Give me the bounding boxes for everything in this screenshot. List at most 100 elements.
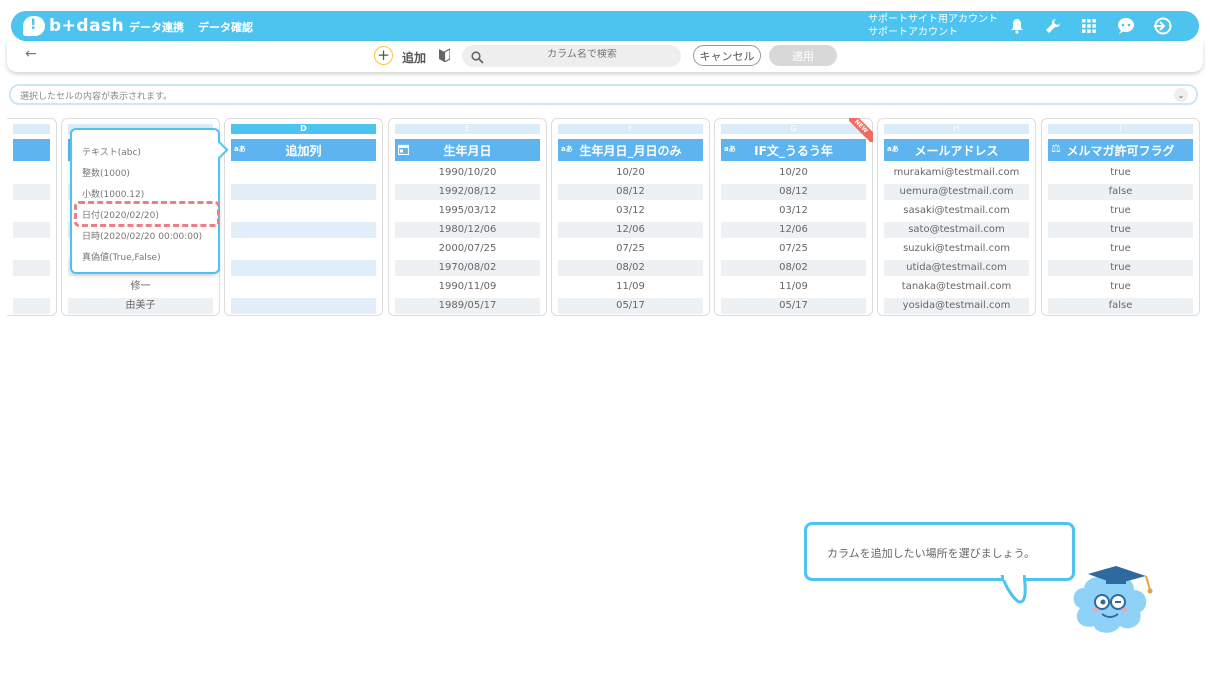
table-cell[interactable]: 1990/10/20 — [395, 165, 540, 181]
table-cell[interactable]: 05/17 — [721, 298, 866, 314]
table-cell[interactable]: 05/17 — [558, 298, 703, 314]
table-cell[interactable] — [13, 222, 50, 238]
table-cell[interactable]: 03/12 — [558, 203, 703, 219]
column-letter[interactable]: D — [231, 124, 376, 134]
table-cell[interactable]: true — [1048, 279, 1193, 295]
table-cell[interactable]: utida@testmail.com — [884, 260, 1029, 276]
table-cell[interactable]: 11/09 — [558, 279, 703, 295]
table-cell[interactable]: 1989/05/17 — [395, 298, 540, 314]
table-cell[interactable]: 12/06 — [558, 222, 703, 238]
logout-icon[interactable] — [1152, 16, 1172, 36]
table-cell[interactable]: true — [1048, 260, 1193, 276]
table-cell[interactable]: sasaki@testmail.com — [884, 203, 1029, 219]
table-cell[interactable]: tanaka@testmail.com — [884, 279, 1029, 295]
table-cell[interactable]: 2000/07/25 — [395, 241, 540, 257]
table-cell[interactable]: 12/06 — [721, 222, 866, 238]
table-cell[interactable]: suzuki@testmail.com — [884, 241, 1029, 257]
apply-button[interactable]: 適用 — [769, 45, 837, 66]
table-cell[interactable]: 1990/11/09 — [395, 279, 540, 295]
grid-column[interactable]: Gaあ IF文_うるう年 NEW 10/20 08/12 03/12 12/06 07/25 0… — [714, 118, 873, 316]
table-cell[interactable]: 08/02 — [558, 260, 703, 276]
add-label[interactable]: 追加 — [402, 49, 426, 66]
table-cell[interactable] — [13, 241, 50, 257]
column-search-box[interactable] — [462, 45, 681, 67]
support-chat-icon[interactable] — [1116, 16, 1136, 36]
table-cell[interactable]: 10/20 — [558, 165, 703, 181]
column-header[interactable]: ⚖ メルマガ許可フラグ — [1048, 139, 1193, 161]
table-cell[interactable]: yosida@testmail.com — [884, 298, 1029, 314]
table-cell[interactable] — [13, 260, 50, 276]
table-cell[interactable] — [231, 165, 376, 181]
table-cell[interactable]: 07/25 — [558, 241, 703, 257]
table-cell[interactable] — [231, 203, 376, 219]
table-cell[interactable] — [231, 184, 376, 200]
wrench-icon[interactable] — [1043, 16, 1063, 36]
column-letter[interactable]: E — [395, 124, 540, 134]
table-cell[interactable]: 08/02 — [721, 260, 866, 276]
table-cell[interactable] — [231, 298, 376, 314]
cancel-button[interactable]: キャンセル — [693, 45, 761, 66]
table-cell[interactable]: 由美子 — [68, 298, 213, 314]
table-cell[interactable]: 11/09 — [721, 279, 866, 295]
table-cell[interactable]: uemura@testmail.com — [884, 184, 1029, 200]
column-header[interactable]: aあ 追加列 — [231, 139, 376, 161]
table-cell[interactable]: true — [1048, 165, 1193, 181]
table-cell[interactable]: 1970/08/02 — [395, 260, 540, 276]
table-cell[interactable] — [13, 165, 50, 181]
table-cell[interactable]: 1980/12/06 — [395, 222, 540, 238]
table-cell[interactable]: false — [1048, 184, 1193, 200]
table-cell[interactable]: 08/12 — [721, 184, 866, 200]
logo[interactable]: b+dash — [23, 15, 124, 37]
column-letter[interactable]: H — [884, 124, 1029, 134]
grid-column[interactable]: I ⚖ メルマガ許可フラグ true false true true true true true… — [1041, 118, 1200, 316]
type-option-datetime[interactable]: 日時(2020/02/20 00:00:00) — [82, 229, 202, 242]
table-cell[interactable]: 1992/08/12 — [395, 184, 540, 200]
nav-data-link[interactable]: データ連携 — [129, 19, 184, 35]
table-cell[interactable]: 10/20 — [721, 165, 866, 181]
table-cell[interactable] — [231, 279, 376, 295]
table-cell[interactable]: sato@testmail.com — [884, 222, 1029, 238]
table-cell[interactable] — [231, 241, 376, 257]
type-option-integer[interactable]: 整数(1000) — [82, 166, 130, 179]
table-cell[interactable]: true — [1048, 222, 1193, 238]
table-cell[interactable] — [13, 279, 50, 295]
table-cell[interactable]: true — [1048, 203, 1193, 219]
type-option-decimal[interactable]: 小数(1000.12) — [82, 187, 144, 200]
back-arrow-icon[interactable]: ← — [25, 46, 37, 62]
column-header[interactable]: aあ IF文_うるう年 — [721, 139, 866, 161]
table-cell[interactable]: 1995/03/12 — [395, 203, 540, 219]
add-column-button[interactable]: + — [374, 46, 393, 65]
table-cell[interactable]: false — [1048, 298, 1193, 314]
type-option-text[interactable]: テキスト(abc) — [82, 145, 141, 158]
grid-column[interactable]: Faあ 生年月日_月日のみ 10/20 08/12 03/12 12/06 07/25 08/… — [551, 118, 710, 316]
table-cell[interactable]: 03/12 — [721, 203, 866, 219]
grid-column[interactable]: Haあ メールアドレス murakami@testmail.com uemura@te… — [877, 118, 1036, 316]
chevron-down-icon[interactable]: ⌄ — [1174, 88, 1188, 102]
column-letter[interactable]: F — [558, 124, 703, 134]
table-cell[interactable] — [231, 260, 376, 276]
beginner-mark-icon[interactable] — [439, 47, 451, 66]
column-letter[interactable]: G — [721, 124, 866, 134]
column-header[interactable] — [13, 139, 50, 161]
table-cell[interactable] — [13, 184, 50, 200]
grid-apps-icon[interactable] — [1079, 16, 1099, 36]
nav-data-check[interactable]: データ確認 — [198, 19, 253, 35]
grid-column[interactable]: Daあ 追加列 — [224, 118, 383, 316]
table-cell[interactable] — [13, 203, 50, 219]
cell-content-bar[interactable]: 選択したセルの内容が表示されます。 ⌄ — [9, 84, 1198, 105]
column-header[interactable]: 生年月日 — [395, 139, 540, 161]
column-header[interactable]: aあ メールアドレス — [884, 139, 1029, 161]
grid-column[interactable]: E 生年月日 1990/10/20 1992/08/12 1995/03/12 1980/… — [388, 118, 547, 316]
type-option-boolean[interactable]: 真偽値(True,False) — [82, 250, 161, 263]
table-cell[interactable]: 08/12 — [558, 184, 703, 200]
table-cell[interactable]: 07/25 — [721, 241, 866, 257]
account-info[interactable]: サポートサイト用アカウント サポートアカウント — [868, 13, 998, 39]
column-letter[interactable] — [13, 124, 50, 134]
column-search-input[interactable] — [502, 49, 662, 60]
bell-icon[interactable] — [1007, 16, 1027, 36]
table-cell[interactable]: true — [1048, 241, 1193, 257]
grid-column[interactable] — [7, 118, 57, 316]
column-letter[interactable]: I — [1048, 124, 1193, 134]
table-cell[interactable]: murakami@testmail.com — [884, 165, 1029, 181]
table-cell[interactable] — [231, 222, 376, 238]
